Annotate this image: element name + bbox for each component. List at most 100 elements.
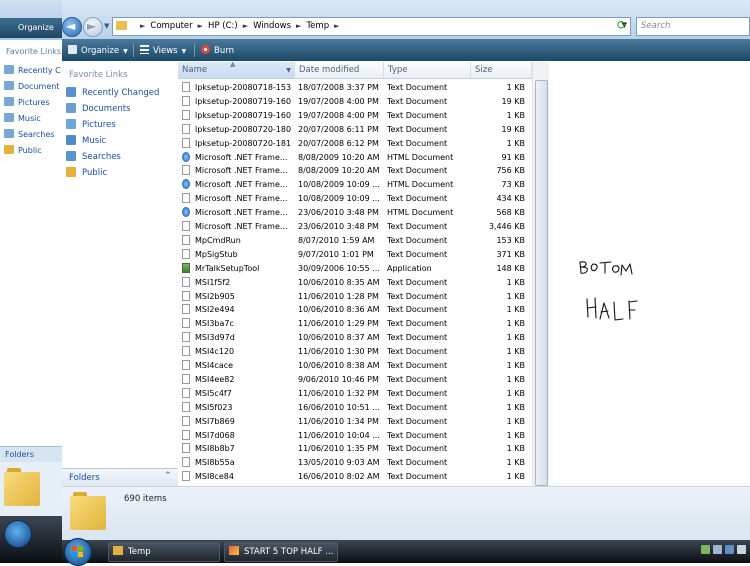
file-type: Text Document [387,277,448,287]
file-row[interactable]: lpksetup-20080718-153... 18/07/2008 3:37 … [178,81,528,95]
file-row[interactable]: MSI1f5f2 10/06/2010 8:35 AM Text Document 1… [178,276,528,290]
file-row[interactable]: MSI8b55a 13/05/2010 9:03 AM Text Document 1… [178,456,528,470]
file-row[interactable]: lpksetup-20080719-160... 19/07/2008 4:00 … [178,95,528,109]
file-row[interactable]: MSI5c4f7 11/06/2010 1:32 PM Text Document 1… [178,387,528,401]
nav-link-searches[interactable]: Searches [66,150,121,165]
views-icon [140,45,149,54]
background-link[interactable]: Public [4,144,42,158]
tray-app-icon[interactable] [737,545,746,554]
background-link[interactable]: Document [4,80,59,94]
file-row[interactable]: Microsoft .NET Frame... 10/08/2009 10:09 … [178,192,528,206]
chevron-right-icon[interactable]: ► [334,22,339,30]
background-link[interactable]: Recently C [4,64,61,78]
file-name: MSI7b869 [182,415,292,429]
nav-link-music[interactable]: Music [66,134,106,149]
file-size: 1 KB [506,402,525,412]
column-header-size[interactable]: Size [471,62,532,79]
file-row[interactable]: MSI4cace 10/06/2010 8:38 AM Text Document 1… [178,359,528,373]
file-row[interactable]: MSI4ee82 9/06/2010 10:46 PM Text Document 1… [178,373,528,387]
network-icon[interactable] [701,545,710,554]
file-date: 10/08/2009 10:09 ... [298,194,380,204]
file-date: 20/07/2008 6:12 PM [298,138,379,148]
chevron-right-icon[interactable]: ► [140,22,145,30]
file-row[interactable]: MSI3d97d 10/06/2010 8:37 AM Text Document 1… [178,331,528,345]
file-row[interactable]: MSI2e494 10/06/2010 8:36 AM Text Document 1… [178,303,528,317]
column-header-date-modified[interactable]: Date modified [295,62,384,79]
html-document-icon [182,179,190,190]
breadcrumb-windows[interactable]: Windows [253,21,291,31]
searches-icon [4,129,14,138]
tray-app-icon[interactable] [725,545,734,554]
chevron-right-icon[interactable]: ► [198,22,203,30]
views-button[interactable]: Views ▼ [140,45,186,56]
file-size: 1 KB [506,138,525,148]
nav-link-public[interactable]: Public [66,166,107,181]
file-row[interactable]: MrTalkSetupTool 30/09/2006 10:55 ... Appli… [178,262,528,276]
text-document-icon [182,137,190,148]
file-date: 19/07/2008 4:00 PM [298,110,379,120]
file-row[interactable]: Microsoft .NET Frame... 8/08/2009 10:20 A… [178,164,528,178]
scrollbar-thumb[interactable] [535,80,548,486]
burn-button[interactable]: Burn [201,45,234,56]
file-row[interactable]: MSI5f023 16/06/2010 10:51 ... Text Documen… [178,401,528,415]
file-row[interactable]: MSI2b905 11/06/2010 1:28 PM Text Document 1… [178,290,528,304]
file-type: Text Document [387,222,448,231]
refresh-icon[interactable]: ⟳ [614,17,630,34]
background-link[interactable]: Pictures [4,96,50,110]
file-row[interactable]: MSI8ce84 16/06/2010 8:02 AM Text Document 1… [178,470,528,484]
text-document-icon [182,318,190,329]
address-bar[interactable]: ► Computer ► HP (C:) ► Windows ► Temp ► ▼ [112,17,631,36]
start-button[interactable] [64,538,92,566]
chevron-right-icon[interactable]: ► [243,22,248,30]
search-input[interactable]: Search [636,17,750,36]
nav-link-documents[interactable]: Documents [66,102,130,117]
background-start-orb[interactable] [4,520,32,548]
command-toolbar: Organize ▼ Views ▼ Burn [62,39,750,61]
taskbar-button-paint[interactable]: START 5 TOP HALF ... [224,542,338,562]
file-date: 11/06/2010 1:30 PM [298,347,379,357]
volume-icon[interactable] [713,545,722,554]
chevron-down-icon[interactable]: ▼ [286,62,291,79]
column-header-name[interactable]: ▲ Name ▼ [178,60,295,79]
file-row[interactable]: MSI7b869 11/06/2010 1:34 PM Text Document 1… [178,415,528,429]
text-document-icon [182,123,190,134]
file-row[interactable]: Microsoft .NET Frame... 8/08/2009 10:20 A… [178,151,528,165]
background-organize-button[interactable]: Organize [18,23,54,32]
vertical-scrollbar[interactable] [532,62,549,486]
nav-link-pictures[interactable]: Pictures [66,118,116,133]
nav-link-recently-changed[interactable]: Recently Changed [66,86,159,101]
breadcrumb-computer[interactable]: Computer [150,21,192,31]
file-row[interactable]: Microsoft .NET Frame... 23/06/2010 3:48 P… [178,206,528,220]
breadcrumb-temp[interactable]: Temp [306,21,329,31]
file-row[interactable]: lpksetup-20080720-181... 20/07/2008 6:12 … [178,137,528,151]
column-header-type[interactable]: Type [384,62,471,79]
text-document-icon [182,221,190,231]
file-row[interactable]: MSI4c120 11/06/2010 1:30 PM Text Document 1… [178,345,528,359]
windows-logo-icon [72,546,83,557]
background-folders-bar[interactable]: Folders [0,446,62,463]
organize-button[interactable]: Organize ▼ [68,45,128,56]
file-size: 1 KB [506,458,525,468]
file-row[interactable]: Microsoft .NET Frame... 23/06/2010 3:48 P… [178,220,528,234]
background-link[interactable]: Music [4,112,41,126]
details-pane: 690 items [62,486,750,543]
file-row[interactable]: MpCmdRun 8/07/2010 1:59 AM Text Document 15… [178,234,528,248]
file-row[interactable]: MSI7d068 11/06/2010 10:04 ... Text Documen… [178,429,528,443]
file-row[interactable]: lpksetup-20080719-160... 19/07/2008 4:00 … [178,109,528,123]
file-date: 9/07/2010 1:01 PM [298,249,374,259]
forward-button[interactable]: ► [83,17,103,37]
file-row[interactable]: MSI3ba7c 11/06/2010 1:29 PM Text Document 1… [178,317,528,331]
recent-pages-dropdown-icon[interactable]: ▼ [104,22,109,30]
folders-toggle[interactable]: Folders ⌃ [62,468,178,486]
file-row[interactable]: Microsoft .NET Frame... 10/08/2009 10:09 … [178,178,528,192]
file-type: Text Document [387,249,448,259]
file-name: MSI8ce84 [182,470,292,484]
chevron-right-icon[interactable]: ► [296,22,301,30]
file-row[interactable]: MSI8b8b7 11/06/2010 1:35 PM Text Document 1… [178,442,528,456]
background-link[interactable]: Searches [4,128,55,142]
taskbar-button-temp[interactable]: Temp [108,542,220,562]
file-row[interactable]: lpksetup-20080720-180... 20/07/2008 6:11 … [178,123,528,137]
file-row[interactable]: MpSigStub 9/07/2010 1:01 PM Text Document 3… [178,248,528,262]
breadcrumb-drive[interactable]: HP (C:) [208,21,238,31]
back-button[interactable]: ◄ [62,17,82,37]
